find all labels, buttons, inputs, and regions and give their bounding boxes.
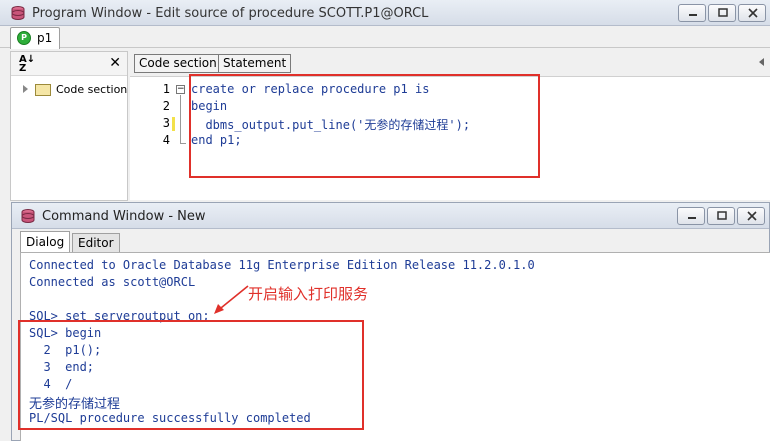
close-icon[interactable]: ✕ — [109, 55, 121, 71]
window-title: Program Window - Edit source of procedur… — [32, 6, 429, 21]
close-window-button[interactable] — [738, 4, 766, 22]
minimize-icon — [688, 217, 696, 219]
tree-item-label: Code section — [56, 83, 128, 96]
database-icon — [11, 6, 25, 20]
maximize-button[interactable] — [708, 4, 736, 22]
line-gutter: 1 2 3 4 − — [130, 77, 188, 200]
database-icon — [21, 209, 35, 223]
tab-p1[interactable]: P p1 — [10, 27, 60, 49]
maximize-button[interactable] — [707, 207, 735, 225]
minimize-icon — [689, 14, 697, 16]
code-toolbar: Code section Statement — [130, 51, 770, 75]
expand-arrow-icon[interactable] — [23, 85, 28, 93]
modified-line-marker — [172, 117, 175, 131]
tree-toolbar: A↓ Z ✕ — [11, 52, 127, 76]
fold-line — [180, 95, 181, 143]
line-number: 2 — [162, 99, 170, 113]
minimize-button[interactable] — [678, 4, 706, 22]
tab-editor[interactable]: Editor — [72, 233, 120, 253]
code-section-button[interactable]: Code section — [134, 54, 222, 73]
close-window-icon — [747, 211, 757, 221]
program-window-titlebar[interactable]: Program Window - Edit source of procedur… — [0, 0, 770, 26]
maximize-icon — [717, 211, 727, 220]
close-window-button[interactable] — [737, 207, 765, 225]
line-number: 4 — [162, 133, 170, 147]
folder-icon — [35, 84, 51, 96]
command-window-titlebar[interactable]: Command Window - New — [12, 203, 769, 229]
fold-toggle-icon[interactable]: − — [176, 85, 185, 94]
code-highlight-box — [189, 74, 540, 178]
console-line: Connected as scott@ORCL — [29, 275, 196, 289]
tab-label: p1 — [37, 31, 53, 45]
window-title: Command Window - New — [42, 209, 206, 224]
annotation-label: 开启输入打印服务 — [248, 285, 369, 303]
console-line: Connected to Oracle Database 11g Enterpr… — [29, 258, 535, 272]
procedure-icon: P — [17, 31, 31, 45]
close-window-icon — [748, 8, 758, 18]
fold-end — [180, 143, 186, 144]
sort-az-icon[interactable]: A↓ Z — [19, 55, 35, 74]
scroll-left-icon[interactable] — [759, 58, 764, 66]
minimize-button[interactable] — [677, 207, 705, 225]
code-tree-pane: A↓ Z ✕ Code section — [10, 51, 128, 201]
tree-item-code-section[interactable]: Code section — [23, 82, 129, 98]
statement-button[interactable]: Statement — [218, 54, 292, 73]
document-tabstrip: P p1 — [0, 26, 770, 49]
maximize-icon — [718, 8, 728, 17]
console-highlight-box — [18, 320, 364, 430]
line-number: 3 — [162, 116, 170, 130]
line-number: 1 — [162, 82, 170, 96]
tab-dialog[interactable]: Dialog — [20, 231, 71, 253]
